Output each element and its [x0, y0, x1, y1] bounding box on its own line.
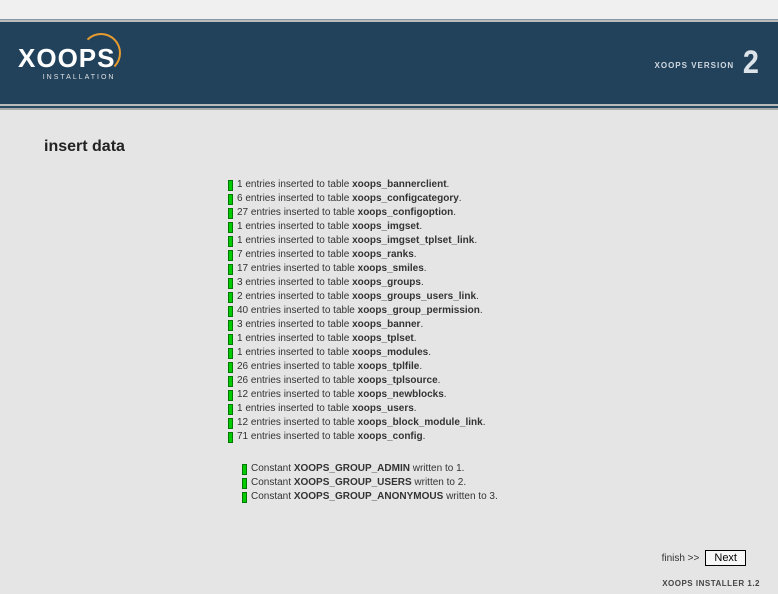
- log-line: 1 entries inserted to table xoops_module…: [228, 346, 734, 360]
- log-text: 12 entries inserted to table xoops_block…: [237, 416, 485, 430]
- log-text: 2 entries inserted to table xoops_groups…: [237, 290, 479, 304]
- log-line: Constant XOOPS_GROUP_USERS written to 2.: [242, 476, 734, 490]
- installer-version-label: XOOPS INSTALLER 1.2: [662, 579, 760, 588]
- success-indicator-icon: [228, 390, 233, 401]
- log-line: 17 entries inserted to table xoops_smile…: [228, 262, 734, 276]
- version-block: XOOPS VERSION 2: [655, 50, 760, 76]
- log-line: 1 entries inserted to table xoops_imgset…: [228, 234, 734, 248]
- log-text: 6 entries inserted to table xoops_config…: [237, 192, 462, 206]
- success-indicator-icon: [228, 278, 233, 289]
- log-line: 7 entries inserted to table xoops_ranks.: [228, 248, 734, 262]
- log-line: 12 entries inserted to table xoops_newbl…: [228, 388, 734, 402]
- success-indicator-icon: [228, 306, 233, 317]
- success-indicator-icon: [228, 292, 233, 303]
- success-indicator-icon: [242, 492, 247, 503]
- logo-text: XOOPS: [18, 43, 115, 74]
- log-line: 26 entries inserted to table xoops_tplfi…: [228, 360, 734, 374]
- log-line: 1 entries inserted to table xoops_banner…: [228, 178, 734, 192]
- page-title: insert data: [44, 138, 734, 156]
- log-text: 1 entries inserted to table xoops_users.: [237, 402, 417, 416]
- footer-actions: finish >> Next: [662, 550, 746, 566]
- success-indicator-icon: [228, 432, 233, 443]
- log-text: 26 entries inserted to table xoops_tplso…: [237, 374, 440, 388]
- content-area: insert data 1 entries inserted to table …: [0, 110, 778, 514]
- log-line: 1 entries inserted to table xoops_imgset…: [228, 220, 734, 234]
- success-indicator-icon: [228, 250, 233, 261]
- log-line: 27 entries inserted to table xoops_confi…: [228, 206, 734, 220]
- log-line: 40 entries inserted to table xoops_group…: [228, 304, 734, 318]
- log-block-tables: 1 entries inserted to table xoops_banner…: [228, 178, 734, 444]
- success-indicator-icon: [228, 348, 233, 359]
- success-indicator-icon: [228, 418, 233, 429]
- log-line: 12 entries inserted to table xoops_block…: [228, 416, 734, 430]
- log-text: 1 entries inserted to table xoops_imgset…: [237, 234, 477, 248]
- success-indicator-icon: [228, 362, 233, 373]
- next-button[interactable]: Next: [705, 550, 746, 566]
- log-text: 17 entries inserted to table xoops_smile…: [237, 262, 427, 276]
- log-line: 71 entries inserted to table xoops_confi…: [228, 430, 734, 444]
- success-indicator-icon: [228, 264, 233, 275]
- log-text: 7 entries inserted to table xoops_ranks.: [237, 248, 417, 262]
- log-text: 27 entries inserted to table xoops_confi…: [237, 206, 456, 220]
- success-indicator-icon: [228, 194, 233, 205]
- log-text: 1 entries inserted to table xoops_imgset…: [237, 220, 422, 234]
- finish-label: finish >>: [662, 553, 700, 564]
- success-indicator-icon: [242, 478, 247, 489]
- logo: XOOPS INSTALLATION: [18, 43, 115, 83]
- log-text: 71 entries inserted to table xoops_confi…: [237, 430, 425, 444]
- log-line: Constant XOOPS_GROUP_ADMIN written to 1.: [242, 462, 734, 476]
- log-line: 1 entries inserted to table xoops_users.: [228, 402, 734, 416]
- success-indicator-icon: [242, 464, 247, 475]
- log-text: 1 entries inserted to table xoops_tplset…: [237, 332, 417, 346]
- log-text: Constant XOOPS_GROUP_USERS written to 2.: [251, 476, 466, 490]
- log-line: 1 entries inserted to table xoops_tplset…: [228, 332, 734, 346]
- logo-subtext: INSTALLATION: [43, 74, 116, 81]
- log-text: 12 entries inserted to table xoops_newbl…: [237, 388, 447, 402]
- log-text: Constant XOOPS_GROUP_ANONYMOUS written t…: [251, 490, 498, 504]
- log-text: 1 entries inserted to table xoops_banner…: [237, 178, 449, 192]
- success-indicator-icon: [228, 180, 233, 191]
- success-indicator-icon: [228, 222, 233, 233]
- log-text: 3 entries inserted to table xoops_banner…: [237, 318, 423, 332]
- log-text: 1 entries inserted to table xoops_module…: [237, 346, 431, 360]
- success-indicator-icon: [228, 320, 233, 331]
- logo-arc-icon: [81, 33, 121, 73]
- log-text: 40 entries inserted to table xoops_group…: [237, 304, 483, 318]
- success-indicator-icon: [228, 236, 233, 247]
- success-indicator-icon: [228, 376, 233, 387]
- log-line: 2 entries inserted to table xoops_groups…: [228, 290, 734, 304]
- success-indicator-icon: [228, 334, 233, 345]
- header-band: XOOPS INSTALLATION XOOPS VERSION 2: [0, 0, 778, 110]
- log-text: 26 entries inserted to table xoops_tplfi…: [237, 360, 422, 374]
- log-line: 3 entries inserted to table xoops_banner…: [228, 318, 734, 332]
- log-line: 6 entries inserted to table xoops_config…: [228, 192, 734, 206]
- log-line: 26 entries inserted to table xoops_tplso…: [228, 374, 734, 388]
- log-block-constants: Constant XOOPS_GROUP_ADMIN written to 1.…: [242, 462, 734, 504]
- version-number: 2: [743, 50, 759, 76]
- log-text: Constant XOOPS_GROUP_ADMIN written to 1.: [251, 462, 464, 476]
- version-label: XOOPS VERSION: [655, 61, 735, 70]
- log-line: 3 entries inserted to table xoops_groups…: [228, 276, 734, 290]
- log-text: 3 entries inserted to table xoops_groups…: [237, 276, 424, 290]
- log-line: Constant XOOPS_GROUP_ANONYMOUS written t…: [242, 490, 734, 504]
- success-indicator-icon: [228, 404, 233, 415]
- success-indicator-icon: [228, 208, 233, 219]
